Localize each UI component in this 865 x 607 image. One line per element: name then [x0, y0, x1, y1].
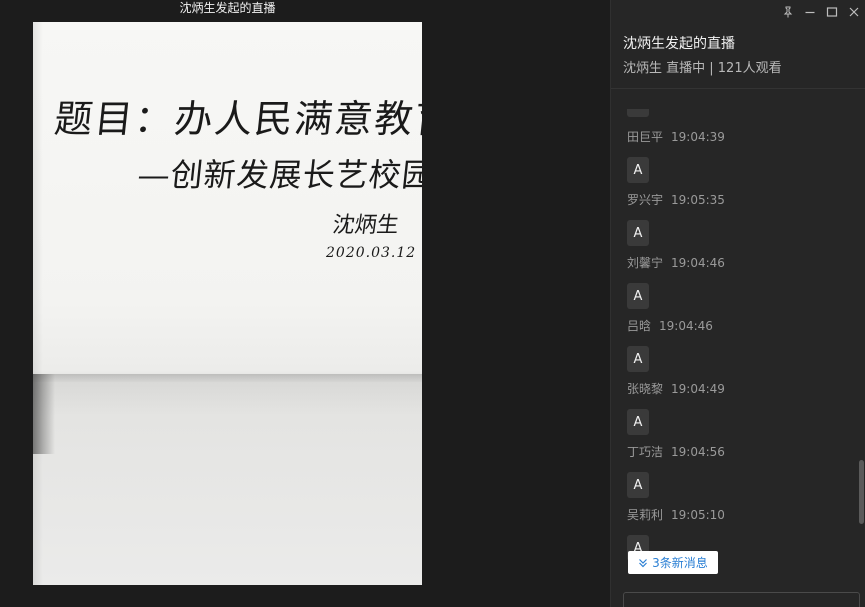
message-bubble: A: [627, 157, 649, 183]
window-controls: [777, 0, 865, 24]
message-meta: 吕晗 19:04:46: [627, 318, 713, 334]
message-time: 19:04:46: [659, 319, 713, 333]
paper-fold: [33, 374, 422, 382]
sender-name: 张晓黎: [627, 382, 664, 396]
paper-corner-shadow: [33, 374, 55, 454]
panel-divider: [611, 88, 865, 89]
message-time: 19:04:49: [671, 382, 725, 396]
message-bubble: A: [627, 346, 649, 372]
sender-name: 丁巧洁: [627, 445, 664, 459]
paper-shadow: [33, 22, 43, 585]
video-title: 沈炳生发起的直播: [179, 1, 276, 15]
partial-message-bubble: [627, 109, 649, 117]
message-meta: 刘馨宁 19:04:46: [627, 255, 725, 271]
message-time: 19:04:46: [671, 256, 725, 270]
chat-message: 田巨平 19:04:39 A: [627, 129, 725, 183]
message-time: 19:05:10: [671, 508, 725, 522]
message-bubble: A: [627, 472, 649, 498]
message-meta: 罗兴宇 19:05:35: [627, 192, 725, 208]
handwriting-line-1: 题目：办人民满意教育: [52, 97, 422, 141]
message-time: 19:04:39: [671, 130, 725, 144]
pin-icon[interactable]: [777, 1, 799, 23]
close-icon[interactable]: [843, 1, 865, 23]
message-meta: 吴莉利 19:05:10: [627, 507, 725, 523]
sender-name: 吴莉利: [627, 508, 664, 522]
video-area: 沈炳生发起的直播 题目：办人民满意教育 —创新发展长艺校园文化 沈炳生 2020…: [0, 0, 610, 607]
minimize-icon[interactable]: [799, 1, 821, 23]
message-meta: 丁巧洁 19:04:56: [627, 444, 725, 460]
chat-message: 罗兴宇 19:05:35 A: [627, 192, 725, 246]
scrollbar-thumb[interactable]: [859, 460, 864, 524]
message-bubble: A: [627, 409, 649, 435]
live-status-subtitle: 沈炳生 直播中 | 121人观看: [623, 61, 782, 76]
new-messages-label: 3条新消息: [652, 556, 708, 570]
double-chevron-down-icon: [638, 558, 648, 568]
live-video-frame[interactable]: 题目：办人民满意教育 —创新发展长艺校园文化 沈炳生 2020.03.12: [33, 22, 422, 585]
message-meta: 田巨平 19:04:39: [627, 129, 725, 145]
sender-name: 刘馨宁: [627, 256, 664, 270]
message-time: 19:04:56: [671, 445, 725, 459]
chat-message: 丁巧洁 19:04:56 A: [627, 444, 725, 498]
message-bubble: A: [627, 283, 649, 309]
handwriting-signature: 沈炳生: [330, 213, 401, 238]
chat-message: 张晓黎 19:04:49 A: [627, 381, 725, 435]
message-bubble: A: [627, 220, 649, 246]
chat-scrollbar[interactable]: [858, 96, 864, 582]
sender-name: 罗兴宇: [627, 193, 664, 207]
maximize-icon[interactable]: [821, 1, 843, 23]
chat-list[interactable]: 田巨平 19:04:39 A 罗兴宇 19:05:35 A 刘馨宁 19:04:46 …: [611, 96, 856, 582]
handwriting-date: 2020.03.12: [326, 245, 417, 261]
message-time: 19:05:35: [671, 193, 725, 207]
message-meta: 张晓黎 19:04:49: [627, 381, 725, 397]
new-messages-button[interactable]: 3条新消息: [628, 551, 718, 574]
chat-input[interactable]: [623, 592, 860, 607]
chat-message: 吕晗 19:04:46 A: [627, 318, 713, 372]
handwriting-line-2: —创新发展长艺校园文化: [135, 156, 422, 194]
panel-title: 沈炳生发起的直播: [623, 36, 735, 52]
sender-name: 田巨平: [627, 130, 664, 144]
chat-message: 刘馨宁 19:04:46 A: [627, 255, 725, 309]
sender-name: 吕晗: [627, 319, 652, 333]
live-side-panel: 沈炳生发起的直播 沈炳生 直播中 | 121人观看 田巨平 19:04:39 A …: [610, 0, 865, 607]
